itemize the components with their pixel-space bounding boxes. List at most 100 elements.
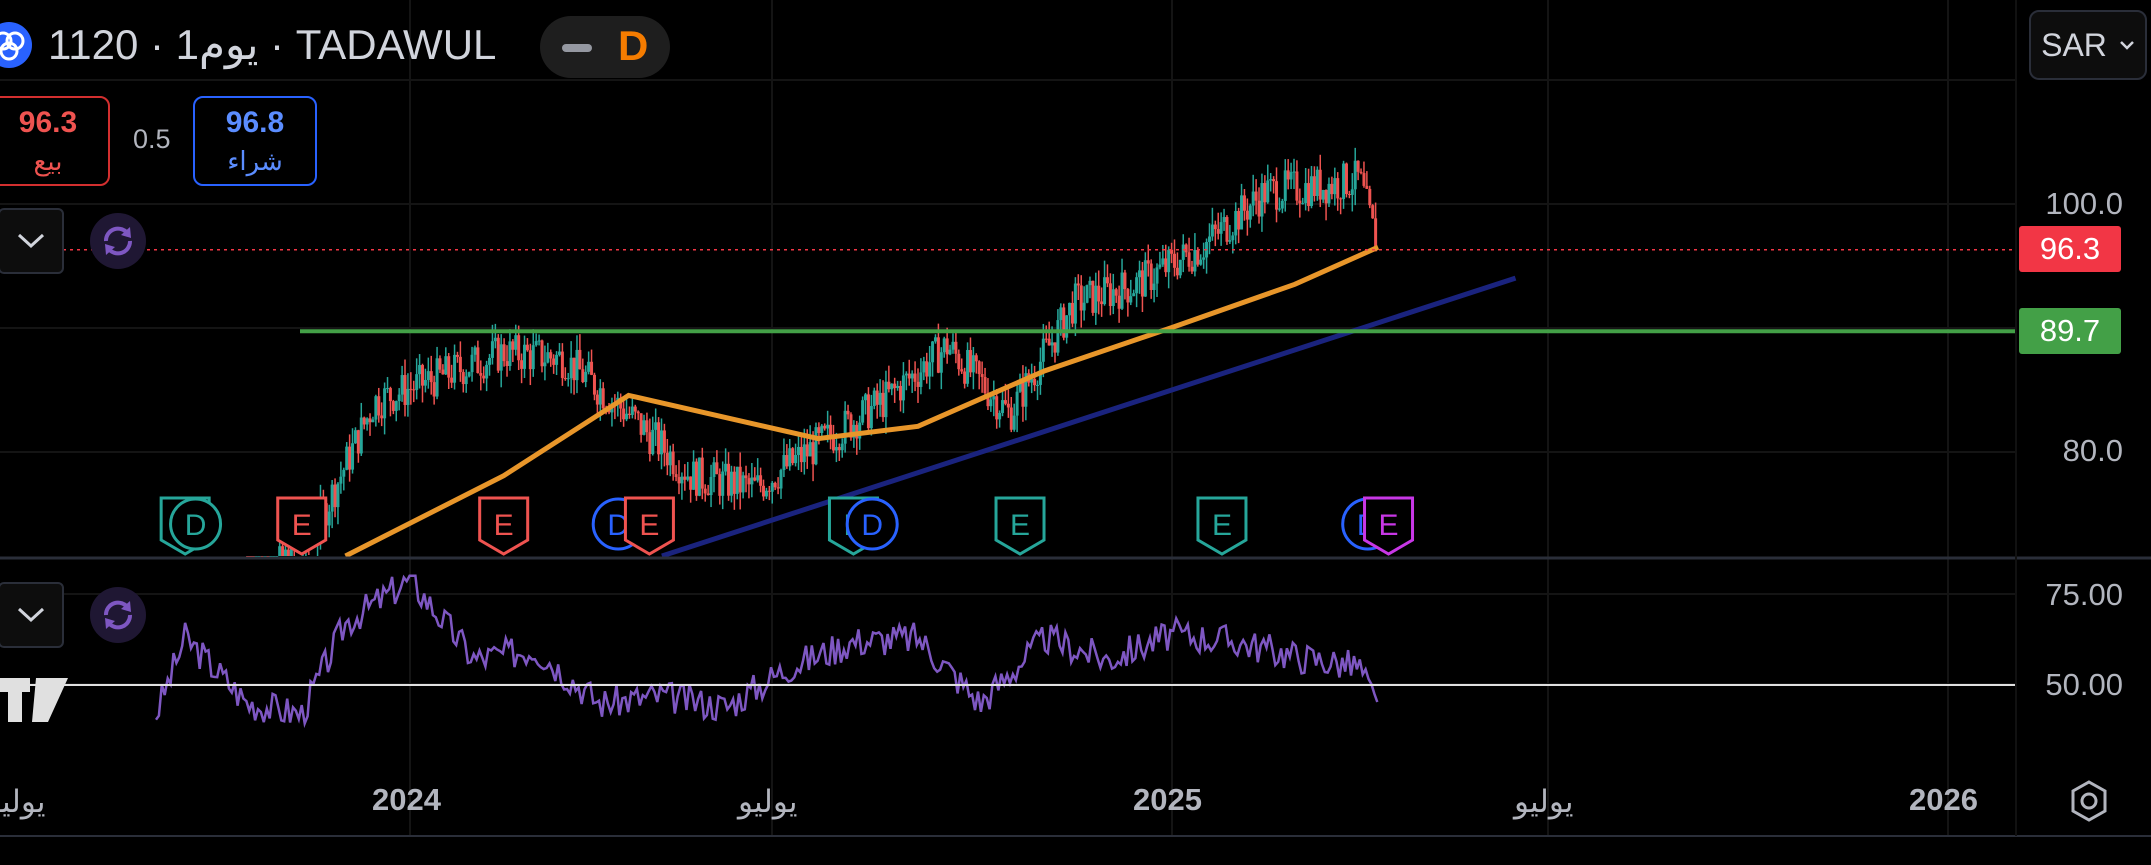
- candle: [727, 452, 731, 501]
- candle: [799, 435, 803, 473]
- candle: [1210, 207, 1214, 241]
- candle: [820, 424, 824, 437]
- earnings-event-marker[interactable]: E: [623, 496, 675, 556]
- candle: [998, 410, 1002, 428]
- earnings-event-marker[interactable]: E: [276, 496, 328, 556]
- candle: [1368, 185, 1372, 209]
- candle: [1149, 259, 1153, 299]
- candle: [461, 369, 465, 393]
- interval-chip[interactable]: D: [540, 16, 670, 78]
- candle: [418, 354, 422, 389]
- earnings-event-marker[interactable]: E: [1196, 496, 1248, 556]
- candle: [1033, 365, 1037, 392]
- candle: [1350, 173, 1354, 212]
- sync-main-button[interactable]: [90, 213, 146, 269]
- candle: [1216, 212, 1220, 240]
- candle: [1140, 261, 1144, 313]
- candle: [654, 408, 658, 446]
- candle: [397, 388, 401, 411]
- dividend-event-marker[interactable]: D: [169, 497, 223, 551]
- candle: [791, 447, 795, 466]
- candle: [327, 504, 331, 538]
- candle: [1100, 287, 1104, 317]
- candle: [368, 413, 372, 436]
- candle: [1225, 215, 1229, 245]
- svg-text:E: E: [1379, 509, 1399, 542]
- candle: [808, 425, 812, 457]
- candle: [782, 438, 786, 478]
- candle: [925, 352, 929, 384]
- candle: [467, 371, 471, 378]
- candle: [732, 466, 736, 510]
- candle: [1120, 258, 1124, 310]
- candle: [913, 361, 917, 392]
- candle: [353, 427, 357, 444]
- svg-text:E: E: [639, 509, 659, 542]
- level-price-tag: 89.7: [2019, 308, 2121, 354]
- candle: [741, 471, 745, 499]
- candle: [890, 383, 894, 396]
- time-label-2025: 2025: [1133, 782, 1202, 817]
- candle: [896, 380, 900, 391]
- spread-value: 0.5: [133, 124, 171, 154]
- candle: [907, 359, 911, 386]
- candle: [590, 349, 594, 376]
- currency-selector[interactable]: SAR: [2029, 10, 2147, 80]
- candle: [473, 345, 477, 362]
- settings-icon[interactable]: [2066, 778, 2112, 824]
- candle: [1344, 162, 1348, 198]
- candle: [671, 443, 675, 481]
- candle: [1327, 177, 1331, 208]
- collapse-indicator-legend-button[interactable]: [0, 582, 64, 648]
- candle: [563, 367, 567, 381]
- candle: [648, 418, 652, 462]
- sync-icon: [103, 600, 133, 630]
- candle: [721, 461, 725, 510]
- candle: [1091, 280, 1095, 316]
- candle: [1053, 342, 1057, 363]
- candle: [1301, 197, 1305, 205]
- candle: [756, 458, 760, 483]
- chart-canvas[interactable]: EDEEDEEDEEDE: [0, 0, 2151, 865]
- sell-button[interactable]: 96.3 بيع: [0, 96, 110, 186]
- candle: [1248, 203, 1252, 228]
- dividend-event-marker[interactable]: D: [845, 497, 899, 551]
- symbol-title[interactable]: 1120 · يوم1 · TADAWUL: [48, 20, 496, 69]
- candle: [523, 335, 527, 379]
- minus-icon[interactable]: [562, 44, 592, 52]
- event-markers: EDEEDEEDEEDE: [159, 496, 1415, 556]
- candle: [1318, 154, 1322, 208]
- interval-label[interactable]: D: [618, 22, 648, 70]
- candle: [680, 472, 684, 500]
- candle: [458, 341, 462, 382]
- candle: [1108, 273, 1112, 316]
- candle: [549, 349, 553, 367]
- rsi-line: [154, 574, 1379, 729]
- earnings-event-marker[interactable]: E: [478, 496, 530, 556]
- sync-indicator-button[interactable]: [90, 587, 146, 643]
- candle: [1132, 289, 1136, 297]
- candle: [948, 344, 952, 356]
- earnings-event-marker[interactable]: E: [994, 496, 1046, 556]
- candle: [377, 387, 381, 423]
- candle: [420, 363, 424, 403]
- candle: [383, 382, 387, 435]
- candle: [348, 434, 352, 482]
- candle: [345, 442, 349, 471]
- collapse-main-legend-button[interactable]: [0, 208, 64, 274]
- candle: [700, 447, 704, 500]
- candle: [910, 370, 914, 393]
- candle: [453, 344, 457, 390]
- candle: [657, 417, 661, 461]
- candle: [560, 343, 564, 386]
- buy-button[interactable]: 96.8 شراء: [193, 96, 317, 186]
- candle: [814, 422, 818, 466]
- candle: [738, 452, 742, 510]
- candle: [1342, 160, 1346, 209]
- earnings-event-marker[interactable]: E: [1363, 496, 1415, 556]
- candle: [1219, 212, 1223, 246]
- candle: [884, 370, 888, 434]
- candle: [359, 402, 363, 456]
- candle: [505, 345, 509, 377]
- candle: [432, 375, 436, 405]
